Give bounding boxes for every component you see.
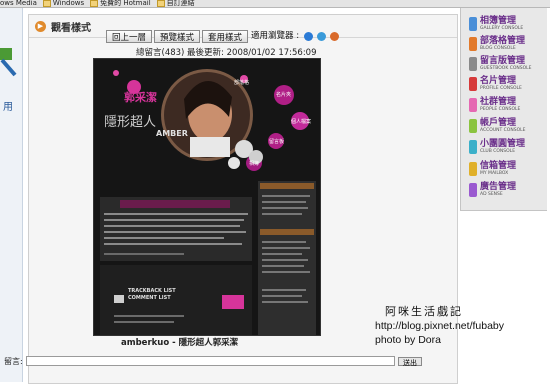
sidebar-item-account[interactable]: 帳戶管理 ACCOUNT CONSOLE — [469, 118, 539, 134]
blog-name-art: 郭采潔 — [124, 91, 157, 104]
apply-style-button[interactable]: 套用樣式 — [202, 30, 249, 43]
toolbar: 回上一層 預覽樣式 套用樣式 適用瀏覽器 : — [106, 30, 340, 43]
sidebar-item-label: 留言版管理 — [480, 56, 526, 66]
sidebar-item-sublabel: MY MAILBOX — [480, 171, 509, 176]
blog-preview: 隱形超人 郭采潔 AMBER 名片夾 個人檔案 留言板 相簿 部落格 TRACK… — [93, 58, 321, 336]
bookmark-item[interactable]: Windows — [42, 0, 85, 7]
ie-icon — [304, 32, 314, 41]
watermark: 阿咪生活戲記 http://blog.pixnet.net/fubaby pho… — [375, 303, 504, 347]
club-icon — [469, 140, 477, 154]
menu-bubble[interactable]: 名片夾 — [276, 91, 291, 98]
sidebar-item-label: 小團圓管理 — [480, 139, 526, 149]
sidebar-item-label: 社群管理 — [480, 97, 517, 107]
sidebar-item-people[interactable]: 社群管理 PEOPLE CONSOLE — [469, 97, 539, 113]
blog-icon — [469, 37, 477, 51]
bookmark-item[interactable]: ows Media — [0, 0, 37, 7]
sidebar-item-sublabel: ACCOUNT CONSOLE — [480, 128, 526, 133]
sidebar-item-sublabel: PROFILE CONSOLE — [480, 86, 522, 91]
sidebar-item-gallery[interactable]: 相簿管理 GALLERY CONSOLE — [469, 16, 539, 32]
sidebar-item-guestbook[interactable]: 留言版管理 GUESTBOOK CONSOLE — [469, 56, 539, 72]
bookmarks-bar: ows Media Windows 免費的 Hotmail 自訂連結 — [0, 0, 550, 8]
sidebar-item-label: 帳戶管理 — [480, 118, 517, 128]
sidebar-item-label: 部落格管理 — [480, 36, 526, 46]
bookmark-item[interactable]: 免費的 Hotmail — [90, 0, 151, 7]
sidebar-item-label: 相簿管理 — [480, 16, 517, 26]
profile-icon — [469, 77, 477, 91]
back-button[interactable]: 回上一層 — [106, 30, 153, 43]
arrow-icon: ▶ — [35, 20, 46, 32]
bookmark-label: ows Media — [0, 0, 37, 7]
sidebar-item-club[interactable]: 小團圓管理 CLUB CONSOLE — [469, 139, 539, 155]
mailbox-icon — [469, 162, 477, 176]
left-strip: 用 — [0, 8, 23, 382]
browser-label: 適用瀏覽器 : — [251, 31, 300, 41]
bookmark-label: 免費的 Hotmail — [100, 0, 151, 7]
sidebar-item-sublabel: AD SENSE — [480, 192, 503, 197]
send-button[interactable]: 送出 — [398, 356, 422, 367]
watermark-url: http://blog.pixnet.net/fubaby — [375, 320, 505, 332]
comment-row: 留言: 送出 — [4, 356, 422, 367]
stats-line: 總留言(483) 最後更新: 2008/01/02 17:56:09 — [136, 48, 317, 58]
sidebar-item-sublabel: CLUB CONSOLE — [480, 149, 516, 154]
sidebar-item-mailbox[interactable]: 信箱管理 MY MAILBOX — [469, 161, 539, 177]
folder-icon — [42, 0, 51, 7]
menu-bubble[interactable]: 個人檔案 — [291, 118, 311, 125]
sidebar-item-sublabel: GALLERY CONSOLE — [480, 26, 524, 31]
sidebar-item-sublabel: GUESTBOOK CONSOLE — [480, 66, 532, 71]
watermark-logo: 阿咪生活戲記 — [385, 305, 463, 318]
bookmark-label: 自訂連結 — [166, 0, 195, 7]
left-strip-label: 用 — [3, 102, 13, 113]
comment-list-heading: COMMENT LIST — [128, 295, 171, 301]
sidebar-item-label: 名片管理 — [480, 76, 517, 86]
sidebar-item-sublabel: BLOG CONSOLE — [480, 46, 516, 51]
sidebar-item-label: 廣告管理 — [480, 182, 517, 192]
people-icon — [469, 98, 477, 112]
sidebar-item-label: 信箱管理 — [480, 161, 517, 171]
bookmark-label: Windows — [52, 0, 85, 7]
menu-bubble[interactable]: 相簿 — [249, 160, 259, 167]
tool-icon[interactable] — [0, 48, 18, 78]
blog-title-art: 隱形超人 — [104, 115, 157, 130]
preview-style-button[interactable]: 預覽樣式 — [154, 30, 201, 43]
menu-bubble[interactable]: 留言板 — [269, 138, 284, 145]
sidebar-item-adsense[interactable]: 廣告管理 AD SENSE — [469, 182, 539, 198]
menu-bubble[interactable]: 部落格 — [234, 79, 249, 86]
sidebar-item-blog[interactable]: 部落格管理 BLOG CONSOLE — [469, 36, 539, 52]
console-sidebar: 相簿管理 GALLERY CONSOLE 部落格管理 BLOG CONSOLE 留言… — [460, 8, 547, 211]
preview-caption: amberkuo - 隱形超人郭采潔 — [121, 338, 239, 348]
gallery-icon — [469, 17, 477, 31]
account-icon — [469, 119, 477, 133]
comment-label: 留言: — [4, 356, 23, 366]
opera-icon — [317, 32, 327, 41]
watermark-credit: photo by Dora — [375, 334, 441, 346]
panel-title: 觀看樣式 — [51, 22, 91, 34]
blog-amber-art: AMBER — [156, 129, 188, 138]
sidebar-item-profile[interactable]: 名片管理 PROFILE CONSOLE — [469, 76, 539, 92]
bookmark-item[interactable]: 自訂連結 — [156, 0, 195, 7]
adsense-icon — [469, 183, 477, 197]
folder-icon — [156, 0, 165, 7]
firefox-icon — [330, 32, 340, 41]
sidebar-item-sublabel: PEOPLE CONSOLE — [480, 107, 521, 112]
folder-icon — [90, 0, 99, 7]
comment-input[interactable] — [25, 356, 395, 366]
guestbook-icon — [469, 57, 477, 71]
trackback-heading: TRACKBACK LIST — [128, 288, 176, 294]
